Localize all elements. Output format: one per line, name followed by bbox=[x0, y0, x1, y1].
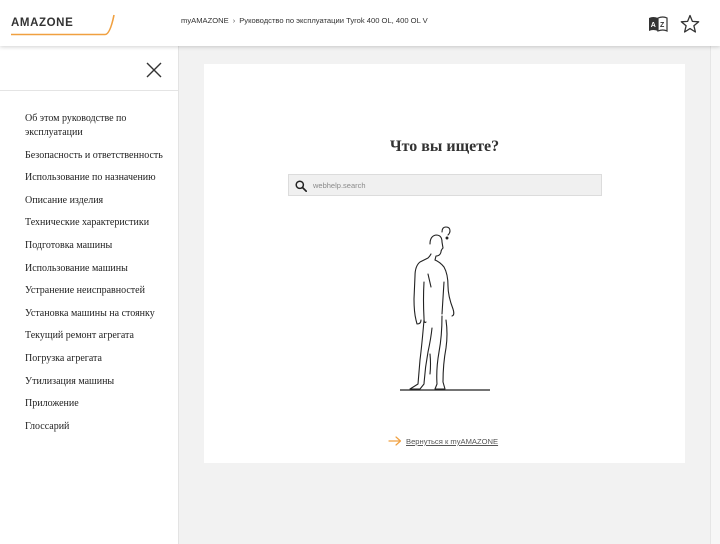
thinking-person-illustration bbox=[399, 224, 491, 394]
logo-swoosh-icon bbox=[11, 14, 115, 36]
svg-text:Z: Z bbox=[660, 22, 665, 29]
main-area: Что вы ищете? webhelp.search Вернуться к… bbox=[179, 46, 710, 544]
sidebar-item-technical-data[interactable]: Технические характеристики bbox=[25, 216, 170, 230]
sidebar-item-safety[interactable]: Безопасность и ответственность bbox=[25, 149, 170, 163]
close-icon[interactable] bbox=[146, 62, 162, 78]
sidebar-item-machine-preparation[interactable]: Подготовка машины bbox=[25, 239, 170, 253]
breadcrumb-current: Руководство по эксплуатации Tyrok 400 OL… bbox=[239, 16, 428, 25]
sidebar-item-about-manual[interactable]: Об этом руководстве по эксплуатации bbox=[25, 112, 170, 140]
search-icon bbox=[295, 179, 308, 193]
search-card: Что вы ищете? webhelp.search Вернуться к… bbox=[204, 64, 685, 463]
arrow-right-icon bbox=[388, 436, 402, 446]
search-input[interactable] bbox=[313, 175, 595, 195]
sidebar-item-loading[interactable]: Погрузка агрегата bbox=[25, 352, 170, 366]
top-header: AMAZONE myAMAZONE › Руководство по эксплуа… bbox=[0, 0, 720, 46]
sidebar-nav: Об этом руководстве по эксплуатации Безо… bbox=[25, 112, 170, 442]
page-title: Что вы ищете? bbox=[389, 138, 500, 155]
search-box[interactable] bbox=[288, 174, 602, 196]
amazone-logo[interactable]: AMAZONE bbox=[11, 14, 115, 38]
breadcrumb-separator: › bbox=[232, 16, 236, 25]
back-link-label: Вернуться к myAMAZONE bbox=[406, 436, 499, 446]
sidebar-item-parking[interactable]: Установка машины на стоянку bbox=[25, 307, 170, 321]
sidebar-item-intended-use[interactable]: Использование по назначению bbox=[25, 171, 170, 185]
page-scrollbar[interactable] bbox=[710, 46, 720, 544]
sidebar: Об этом руководстве по эксплуатации Безо… bbox=[0, 46, 179, 544]
star-icon[interactable] bbox=[680, 14, 700, 34]
sidebar-item-appendix[interactable]: Приложение bbox=[25, 397, 170, 411]
back-to-myamazone-link[interactable]: Вернуться к myAMAZONE bbox=[388, 432, 498, 450]
sidebar-item-troubleshooting[interactable]: Устранение неисправностей bbox=[25, 284, 170, 298]
sidebar-item-product-description[interactable]: Описание изделия bbox=[25, 194, 170, 208]
language-icon[interactable]: A Z bbox=[648, 14, 668, 34]
sidebar-item-machine-use[interactable]: Использование машины bbox=[25, 262, 170, 276]
breadcrumb-home-link[interactable]: myAMAZONE bbox=[181, 16, 229, 25]
svg-text:A: A bbox=[651, 22, 656, 29]
sidebar-item-maintenance[interactable]: Текущий ремонт агрегата bbox=[25, 329, 170, 343]
breadcrumb: myAMAZONE › Руководство по эксплуатации Ty… bbox=[181, 16, 428, 25]
sidebar-item-glossary[interactable]: Глоссарий bbox=[25, 420, 170, 434]
sidebar-divider bbox=[0, 90, 178, 91]
sidebar-item-disposal[interactable]: Утилизация машины bbox=[25, 375, 170, 389]
